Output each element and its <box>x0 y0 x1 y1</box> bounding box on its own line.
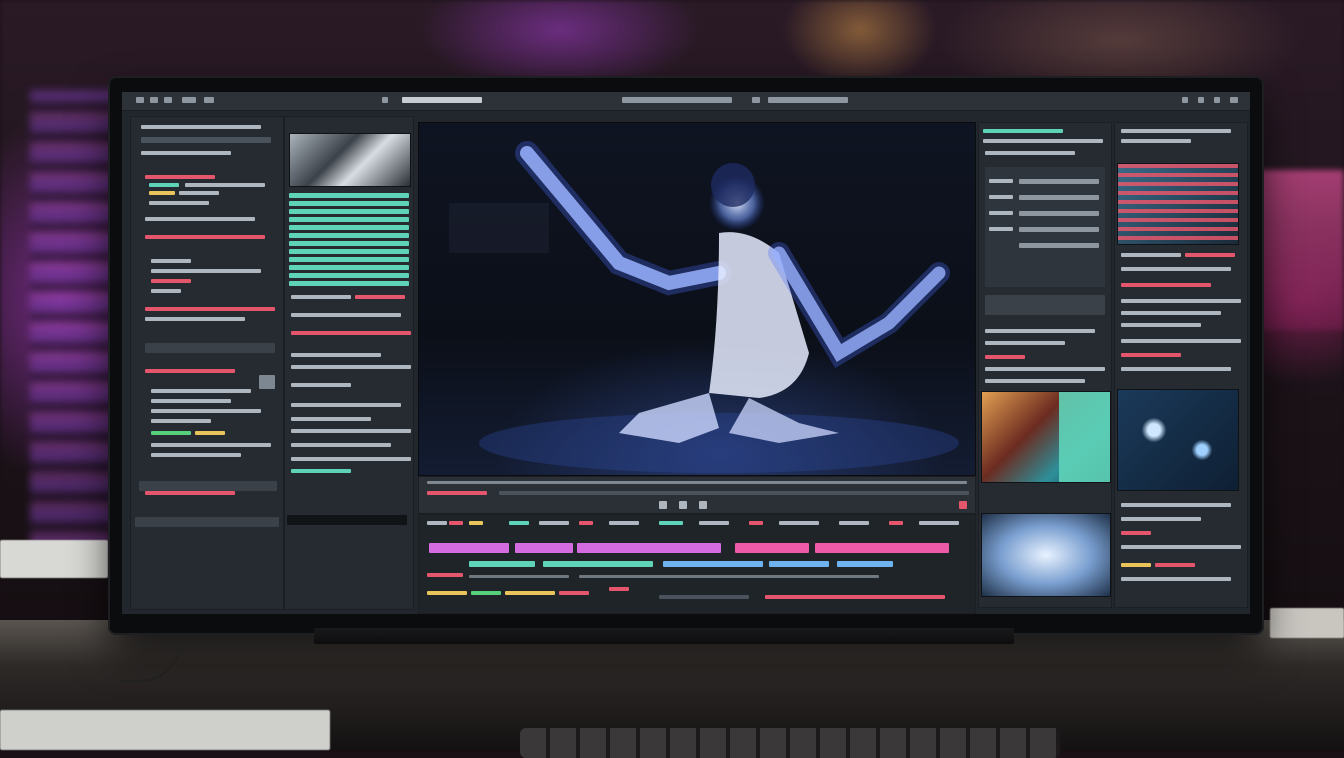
menu-item[interactable] <box>382 97 388 103</box>
track-label <box>287 515 407 525</box>
swatch[interactable] <box>259 375 275 389</box>
menu-item[interactable] <box>402 97 482 103</box>
video-clip[interactable] <box>429 543 509 553</box>
play-button[interactable] <box>679 501 687 509</box>
scope-thumbnail[interactable] <box>1117 163 1239 245</box>
paper-stack-left <box>0 540 108 578</box>
menu-item[interactable] <box>752 97 760 103</box>
menu-item[interactable] <box>622 97 732 103</box>
window-control[interactable] <box>1182 97 1188 103</box>
editor-screen <box>122 92 1250 614</box>
timecode-field[interactable] <box>139 481 277 491</box>
video-clip[interactable] <box>815 543 949 553</box>
keyboard <box>520 728 1060 758</box>
blurred-shelf-left <box>30 90 120 560</box>
video-clip[interactable] <box>735 543 809 553</box>
glowing-dancer-frame <box>449 141 959 473</box>
timeline-panel[interactable] <box>418 514 976 614</box>
paper-stack-bottom-left <box>0 710 330 750</box>
media-thumbnail[interactable] <box>289 133 411 187</box>
menu-item[interactable] <box>182 97 196 103</box>
video-clip[interactable] <box>515 543 573 553</box>
window-control[interactable] <box>1214 97 1220 103</box>
menu-item[interactable] <box>150 97 158 103</box>
audio-clip[interactable] <box>469 561 535 567</box>
track-header <box>135 517 279 527</box>
audio-clip[interactable] <box>543 561 653 567</box>
transport-controls <box>418 476 976 514</box>
search-field[interactable] <box>145 343 275 353</box>
window-control[interactable] <box>1230 97 1238 103</box>
clip-preview-thumbnail[interactable] <box>981 391 1111 483</box>
waveform-thumbnail[interactable] <box>1117 389 1239 491</box>
blurred-shelf-right <box>1254 170 1344 330</box>
menu-item[interactable] <box>136 97 144 103</box>
paper-right <box>1270 608 1344 638</box>
rewind-button[interactable] <box>659 501 667 509</box>
scopes-panel <box>1114 122 1248 608</box>
menu-bar <box>122 92 1250 111</box>
menu-item[interactable] <box>768 97 848 103</box>
effects-controls <box>978 122 1112 608</box>
preview-slot <box>985 295 1105 315</box>
menu-item[interactable] <box>164 97 172 103</box>
video-clip[interactable] <box>577 543 721 553</box>
audio-clip[interactable] <box>837 561 893 567</box>
clip-preview-thumbnail[interactable] <box>981 513 1111 597</box>
media-browser <box>284 116 414 610</box>
project-panel <box>130 116 284 610</box>
audio-clip[interactable] <box>663 561 763 567</box>
monitor-stand <box>314 628 1014 644</box>
forward-button[interactable] <box>699 501 707 509</box>
program-viewer[interactable] <box>418 122 976 476</box>
window-control[interactable] <box>1198 97 1204 103</box>
audio-clip[interactable] <box>769 561 829 567</box>
menu-item[interactable] <box>204 97 214 103</box>
